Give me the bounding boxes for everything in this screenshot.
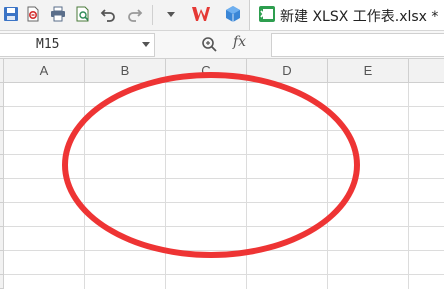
grid-line bbox=[4, 202, 444, 203]
insert-function-button[interactable]: fx bbox=[233, 34, 246, 50]
redo-icon[interactable] bbox=[124, 3, 146, 25]
grid-line bbox=[327, 83, 328, 289]
chevron-down-icon[interactable] bbox=[142, 42, 150, 47]
row-header[interactable] bbox=[0, 227, 4, 251]
xlsx-file-icon bbox=[259, 6, 275, 22]
undo-icon[interactable] bbox=[97, 3, 119, 25]
grid-line bbox=[165, 83, 166, 289]
document-tab-title: 新建 XLSX 工作表.xlsx * bbox=[280, 9, 439, 25]
grid-line bbox=[4, 274, 444, 275]
grid-line bbox=[4, 250, 444, 251]
zoom-search-icon[interactable] bbox=[200, 35, 218, 53]
row-header[interactable] bbox=[0, 179, 4, 203]
save-icon[interactable] bbox=[0, 3, 22, 25]
spreadsheet-grid[interactable] bbox=[0, 59, 444, 289]
grid-line bbox=[246, 83, 247, 289]
grid-line bbox=[4, 130, 444, 131]
quick-access-toolbar: 新建 XLSX 工作表.xlsx * bbox=[0, 0, 444, 31]
toolbar-separator bbox=[152, 5, 153, 25]
grid-line bbox=[4, 226, 444, 227]
document-tab[interactable]: 新建 XLSX 工作表.xlsx * bbox=[249, 0, 444, 30]
cloud-cube-icon[interactable] bbox=[222, 3, 244, 25]
wps-logo-icon[interactable] bbox=[190, 3, 212, 25]
cell-reference: M15 bbox=[36, 37, 60, 52]
export-pdf-icon[interactable] bbox=[22, 3, 44, 25]
row-header[interactable] bbox=[0, 251, 4, 275]
row-header[interactable] bbox=[0, 107, 4, 131]
grid-line bbox=[84, 83, 85, 289]
formula-bar: M15 fx bbox=[0, 31, 444, 59]
grid-line bbox=[4, 178, 444, 179]
row-header[interactable] bbox=[0, 275, 4, 289]
grid-line bbox=[408, 83, 409, 289]
grid-line bbox=[4, 154, 444, 155]
print-icon[interactable] bbox=[47, 3, 69, 25]
row-header[interactable] bbox=[0, 203, 4, 227]
name-box[interactable]: M15 bbox=[0, 33, 155, 57]
customize-dropdown-icon[interactable] bbox=[160, 3, 182, 25]
row-header[interactable] bbox=[0, 83, 4, 107]
grid-line bbox=[4, 106, 444, 107]
row-header[interactable] bbox=[0, 131, 4, 155]
formula-input[interactable] bbox=[271, 33, 444, 57]
print-preview-icon[interactable] bbox=[72, 3, 94, 25]
row-header[interactable] bbox=[0, 155, 4, 179]
